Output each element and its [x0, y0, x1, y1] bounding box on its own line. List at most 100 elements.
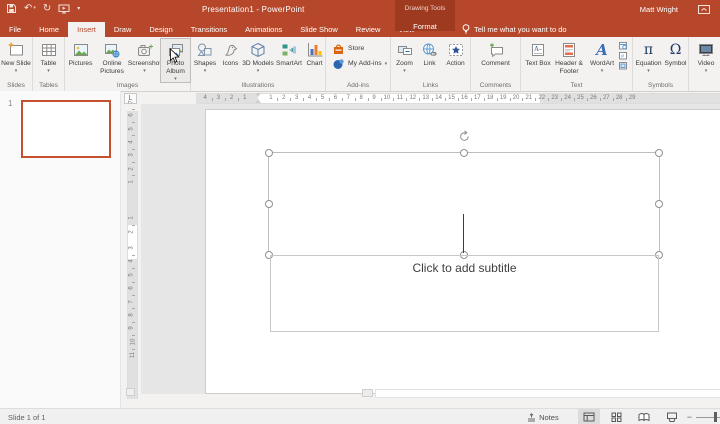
- horizontal-scrollbar[interactable]: [375, 389, 720, 398]
- shapes-button[interactable]: Shapes ▾: [191, 39, 219, 74]
- icons-button[interactable]: Icons: [219, 39, 242, 68]
- table-button[interactable]: Table ▾: [34, 39, 64, 74]
- pictures-button[interactable]: Pictures: [65, 39, 96, 68]
- equation-button[interactable]: π Equation ▾: [634, 39, 664, 74]
- tab-home[interactable]: Home: [30, 22, 68, 37]
- 3d-models-button[interactable]: 3D Models ▾: [242, 39, 274, 74]
- wordart-button[interactable]: A WordArt ▾: [587, 39, 617, 74]
- comment-button[interactable]: Comment: [478, 39, 514, 68]
- ruler-tick: [132, 255, 135, 256]
- resize-handle-top-right[interactable]: [655, 149, 663, 157]
- ruler-number: 3: [129, 154, 135, 157]
- save-icon[interactable]: [6, 3, 17, 14]
- ruler-number: 2: [129, 167, 135, 170]
- tab-review[interactable]: Review: [347, 22, 390, 37]
- rotate-handle[interactable]: [458, 130, 471, 143]
- group-label-media: Media: [689, 82, 720, 89]
- smartart-button[interactable]: SmartArt: [274, 39, 304, 68]
- ruler-number: 8: [129, 313, 135, 316]
- ruler-tick: [587, 98, 588, 101]
- tab-insert[interactable]: Insert: [68, 22, 105, 37]
- horizontal-ruler: 4321123456789101112131415161718192021222…: [196, 93, 720, 104]
- undo-icon[interactable]: ↶▾: [24, 4, 36, 14]
- table-icon: [40, 40, 58, 58]
- subtitle-placeholder[interactable]: Click to add subtitle: [270, 255, 659, 332]
- ribbon-display-options-icon[interactable]: [698, 5, 710, 14]
- ruler-number: 4: [129, 260, 135, 263]
- text-box-button[interactable]: A Text Box: [525, 39, 551, 68]
- screenshot-button[interactable]: Screenshot ▾: [128, 39, 161, 74]
- shapes-icon: [196, 40, 214, 58]
- slide-canvas[interactable]: Click to add subtitle: [205, 109, 720, 394]
- link-button[interactable]: Link: [418, 39, 442, 68]
- ribbon-group-illustrations: Shapes ▾ Icons 3D Models ▾: [191, 37, 326, 91]
- tab-draw[interactable]: Draw: [105, 22, 141, 37]
- object-icon[interactable]: [619, 62, 628, 70]
- zoom-button[interactable]: Zoom ▾: [392, 39, 418, 74]
- tab-design[interactable]: Design: [140, 22, 181, 37]
- resize-handle-top-left[interactable]: [265, 149, 273, 157]
- ruler-tick: [522, 98, 523, 101]
- ruler-number: 23: [551, 95, 558, 101]
- customize-qat-icon[interactable]: ▾: [77, 6, 80, 12]
- zoom-slider[interactable]: [696, 409, 720, 424]
- workspace: 1 L 432112345678910111213141516171819202…: [0, 92, 720, 408]
- chart-button[interactable]: Chart: [304, 39, 325, 68]
- indent-marker[interactable]: [255, 93, 262, 103]
- video-button[interactable]: Video ▾: [693, 39, 719, 74]
- slide-show-view-button[interactable]: [661, 409, 683, 424]
- ruler-number: 26: [590, 95, 597, 101]
- zoom-slider-handle[interactable]: [714, 412, 717, 422]
- my-add-ins-button[interactable]: My Add-ins ▾: [326, 56, 390, 71]
- tab-format[interactable]: Format: [395, 22, 455, 31]
- start-slideshow-icon[interactable]: [58, 4, 70, 14]
- tell-me-label: Tell me what you want to do: [474, 25, 567, 34]
- zoom-out-icon[interactable]: −: [683, 412, 696, 422]
- title-placeholder[interactable]: [268, 152, 660, 256]
- slide-number-icon[interactable]: #: [619, 52, 628, 60]
- tab-slide-show[interactable]: Slide Show: [291, 22, 347, 37]
- horizontal-scrollbar-splitter[interactable]: [362, 389, 373, 397]
- link-icon: [421, 40, 439, 58]
- action-button[interactable]: Action: [442, 39, 470, 68]
- notes-button[interactable]: Notes: [522, 409, 564, 424]
- tab-animations[interactable]: Animations: [236, 22, 291, 37]
- ruler-number: 29: [629, 95, 636, 101]
- ruler-number: 5: [129, 273, 135, 276]
- slide-thumbnail[interactable]: [21, 100, 111, 158]
- vertical-ruler-end-marker: [126, 388, 135, 396]
- new-slide-icon: [7, 40, 25, 58]
- ruler-number: 13: [422, 95, 429, 101]
- resize-handle-top-center[interactable]: [460, 149, 468, 157]
- redo-icon[interactable]: ↻: [43, 4, 51, 14]
- store-button[interactable]: Store: [326, 41, 390, 56]
- ruler-number: 4: [204, 95, 207, 101]
- slide-indicator: Slide 1 of 1: [8, 413, 46, 422]
- undo-dropdown-icon[interactable]: ▾: [33, 6, 36, 11]
- tab-file[interactable]: File: [0, 22, 30, 37]
- resize-handle-middle-right[interactable]: [655, 200, 663, 208]
- ruler-number: 17: [474, 95, 481, 101]
- ruler-tick: [445, 98, 446, 101]
- new-slide-button[interactable]: New Slide ▾: [1, 39, 32, 74]
- symbol-button[interactable]: Ω Symbol: [664, 39, 688, 68]
- ruler-tick: [381, 98, 382, 101]
- group-label-tables: Tables: [33, 82, 64, 89]
- tell-me-box[interactable]: Tell me what you want to do: [462, 22, 567, 37]
- ruler-tick: [432, 98, 433, 101]
- reading-view-button[interactable]: [633, 409, 655, 424]
- resize-handle-middle-left[interactable]: [265, 200, 273, 208]
- normal-view-button[interactable]: [578, 409, 600, 424]
- user-name[interactable]: Matt Wright: [640, 5, 678, 14]
- tab-transitions[interactable]: Transitions: [182, 22, 236, 37]
- ruler-tick: [497, 98, 498, 101]
- 3d-models-icon: [249, 40, 267, 58]
- ruler-number: 3: [129, 246, 135, 249]
- header-footer-button[interactable]: Header & Footer: [551, 39, 587, 76]
- ribbon-group-links: Zoom ▾ Link Action Links: [391, 37, 471, 91]
- online-pictures-button[interactable]: Online Pictures: [96, 39, 128, 76]
- video-icon: [697, 40, 715, 58]
- text-caret: [463, 214, 464, 253]
- slide-sorter-view-button[interactable]: [606, 409, 627, 424]
- date-time-icon[interactable]: [619, 42, 628, 50]
